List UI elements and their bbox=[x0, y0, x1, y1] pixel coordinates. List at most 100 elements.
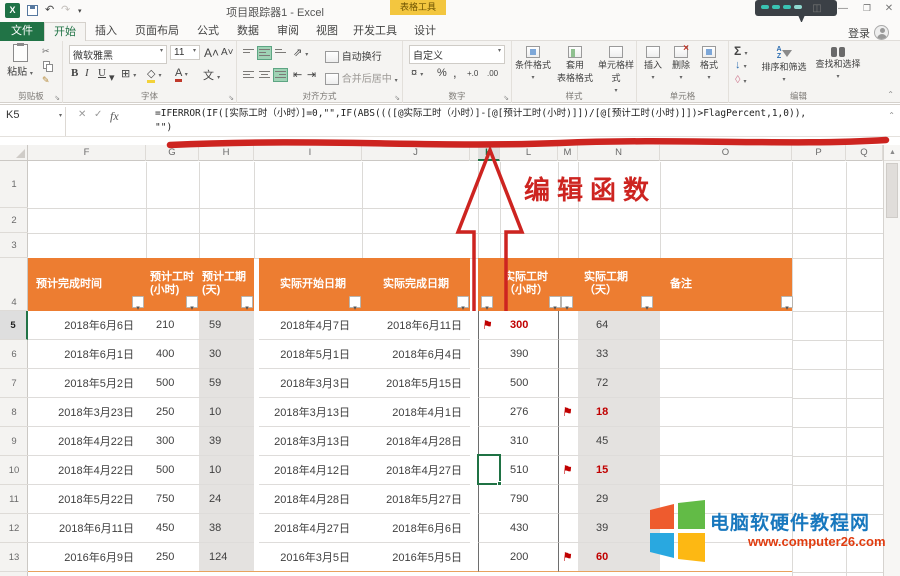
cell-f-13[interactable]: 2016年6月9日 bbox=[28, 543, 146, 572]
row-header-12[interactable]: 12 bbox=[0, 514, 28, 543]
cell-mflag-9[interactable] bbox=[558, 427, 578, 456]
cell-mflag-13[interactable]: ⚑ bbox=[558, 543, 578, 572]
cell-l-11[interactable]: 790 bbox=[500, 485, 558, 514]
tab-design[interactable]: 设计 bbox=[404, 22, 446, 41]
cell-g-13[interactable]: 250 bbox=[146, 543, 199, 572]
filter-dropdown-icon[interactable] bbox=[549, 296, 561, 308]
cell-kflag-6[interactable] bbox=[478, 340, 500, 369]
formula-bar-collapse-icon[interactable]: ⌃ bbox=[888, 111, 895, 120]
format-as-table-button[interactable]: 套用表格格式 bbox=[554, 46, 596, 84]
comma-style-icon[interactable]: , bbox=[453, 65, 457, 80]
cell-gap-11[interactable] bbox=[470, 485, 478, 514]
cell-j-8[interactable]: 2018年4月1日 bbox=[362, 398, 470, 427]
scroll-up-icon[interactable]: ▲ bbox=[884, 145, 900, 161]
paste-button[interactable]: 粘贴 ▾ bbox=[4, 44, 36, 78]
number-format-select[interactable]: 自定义▾ bbox=[409, 45, 505, 64]
cell-j-7[interactable]: 2018年5月15日 bbox=[362, 369, 470, 398]
filter-dropdown-icon[interactable] bbox=[481, 296, 493, 308]
cell-g-9[interactable]: 300 bbox=[146, 427, 199, 456]
cell-f-5[interactable]: 2018年6月6日 bbox=[28, 311, 146, 340]
align-center-icon[interactable] bbox=[258, 69, 271, 81]
formula-input[interactable]: =IFERROR(IF([实际工时（小时）]=0,"",IF(ABS((([@实… bbox=[155, 107, 877, 137]
conditional-formatting-button[interactable]: 条件格式▾ bbox=[512, 46, 554, 81]
column-header-N[interactable]: N bbox=[578, 145, 660, 161]
cell-gap-8[interactable] bbox=[660, 398, 792, 427]
tab-home[interactable]: 开始 bbox=[44, 22, 86, 41]
shrink-font-icon[interactable]: A˅ bbox=[221, 47, 234, 58]
cell-i-10[interactable]: 2018年4月12日 bbox=[259, 456, 362, 485]
column-header-I[interactable]: I bbox=[259, 145, 362, 161]
cell-kflag-9[interactable] bbox=[478, 427, 500, 456]
italic-button[interactable]: I bbox=[85, 67, 89, 79]
tab-formulas[interactable]: 公式 bbox=[188, 22, 228, 41]
cell-f-9[interactable]: 2018年4月22日 bbox=[28, 427, 146, 456]
account-avatar[interactable] bbox=[874, 25, 889, 40]
cell-l-10[interactable]: 510 bbox=[500, 456, 558, 485]
row-header-3[interactable]: 3 bbox=[0, 233, 28, 258]
cell-l-13[interactable]: 200 bbox=[500, 543, 558, 572]
cell-gap-5[interactable] bbox=[660, 311, 792, 340]
phonetic-guide-icon[interactable]: 文 ▾ bbox=[203, 67, 220, 83]
row-header-7[interactable]: 7 bbox=[0, 369, 28, 398]
cell-n-6[interactable]: 33 bbox=[578, 340, 660, 369]
sort-filter-button[interactable]: AZ 排序和筛选▾ bbox=[757, 46, 811, 83]
cell-gap-7[interactable] bbox=[470, 369, 478, 398]
column-header-L[interactable]: L bbox=[500, 145, 558, 161]
cell-f-6[interactable]: 2018年6月1日 bbox=[28, 340, 146, 369]
font-color-icon[interactable]: A ▾ bbox=[175, 67, 188, 79]
cell-g-5[interactable]: 210 bbox=[146, 311, 199, 340]
tab-insert[interactable]: 插入 bbox=[86, 22, 126, 41]
cell-f-12[interactable]: 2018年6月11日 bbox=[28, 514, 146, 543]
cell-gap-13[interactable] bbox=[470, 543, 478, 572]
cell-i-8[interactable]: 2018年3月13日 bbox=[259, 398, 362, 427]
copy-icon[interactable] bbox=[43, 61, 50, 69]
delete-cells-button[interactable]: 删除▾ bbox=[667, 46, 695, 81]
filter-dropdown-icon[interactable] bbox=[132, 296, 144, 308]
tab-view[interactable]: 视图 bbox=[308, 22, 346, 41]
ribbon-options-icon[interactable]: ◫ bbox=[808, 3, 826, 14]
enter-formula-icon[interactable]: ✓ bbox=[94, 109, 102, 120]
filter-dropdown-icon[interactable] bbox=[241, 296, 253, 308]
qat-customize-icon[interactable]: ▾ bbox=[78, 7, 82, 15]
redo-icon[interactable]: ↷ bbox=[61, 3, 70, 16]
autosum-icon[interactable]: Σ ▾ bbox=[734, 44, 748, 58]
excel-app-icon[interactable]: X bbox=[5, 3, 20, 18]
cell-g-10[interactable]: 500 bbox=[146, 456, 199, 485]
column-header-P[interactable]: P bbox=[792, 145, 846, 161]
restore-icon[interactable]: ❐ bbox=[858, 3, 876, 14]
cell-gap-6[interactable] bbox=[660, 340, 792, 369]
cell-h-13[interactable]: 124 bbox=[199, 543, 254, 572]
cell-kflag-7[interactable] bbox=[478, 369, 500, 398]
cell-g-8[interactable]: 250 bbox=[146, 398, 199, 427]
cell-j-5[interactable]: 2018年6月11日 bbox=[362, 311, 470, 340]
select-all-corner[interactable] bbox=[0, 145, 28, 161]
row-header-2[interactable]: 2 bbox=[0, 208, 28, 233]
cell-n-5[interactable]: 64 bbox=[578, 311, 660, 340]
filter-dropdown-icon[interactable] bbox=[349, 296, 361, 308]
tab-review[interactable]: 审阅 bbox=[268, 22, 308, 41]
cell-j-11[interactable]: 2018年5月27日 bbox=[362, 485, 470, 514]
cell-mflag-5[interactable] bbox=[558, 311, 578, 340]
cell-h-10[interactable]: 10 bbox=[199, 456, 254, 485]
row-header-4[interactable]: 4 bbox=[0, 258, 28, 311]
fill-handle[interactable] bbox=[497, 481, 502, 486]
wrap-text-button[interactable]: 自动换行 bbox=[325, 48, 382, 63]
scrollbar-thumb[interactable] bbox=[886, 163, 898, 218]
align-top-icon[interactable] bbox=[242, 47, 255, 59]
filter-dropdown-icon[interactable] bbox=[561, 296, 573, 308]
filter-dropdown-icon[interactable] bbox=[641, 296, 653, 308]
cell-i-7[interactable]: 2018年3月3日 bbox=[259, 369, 362, 398]
cell-n-8[interactable]: 18 bbox=[578, 398, 660, 427]
column-header-H[interactable]: H bbox=[199, 145, 254, 161]
undo-icon[interactable]: ↶ bbox=[45, 3, 54, 16]
cell-n-7[interactable]: 72 bbox=[578, 369, 660, 398]
filter-dropdown-icon[interactable] bbox=[457, 296, 469, 308]
cell-i-13[interactable]: 2016年3月5日 bbox=[259, 543, 362, 572]
cell-h-12[interactable]: 38 bbox=[199, 514, 254, 543]
row-header-8[interactable]: 8 bbox=[0, 398, 28, 427]
borders-icon[interactable]: ⊞ ▾ bbox=[121, 67, 136, 80]
fill-color-icon[interactable]: ◇ ▾ bbox=[147, 67, 162, 80]
cell-n-10[interactable]: 15 bbox=[578, 456, 660, 485]
column-header-M[interactable]: M bbox=[558, 145, 578, 161]
cell-j-10[interactable]: 2018年4月27日 bbox=[362, 456, 470, 485]
